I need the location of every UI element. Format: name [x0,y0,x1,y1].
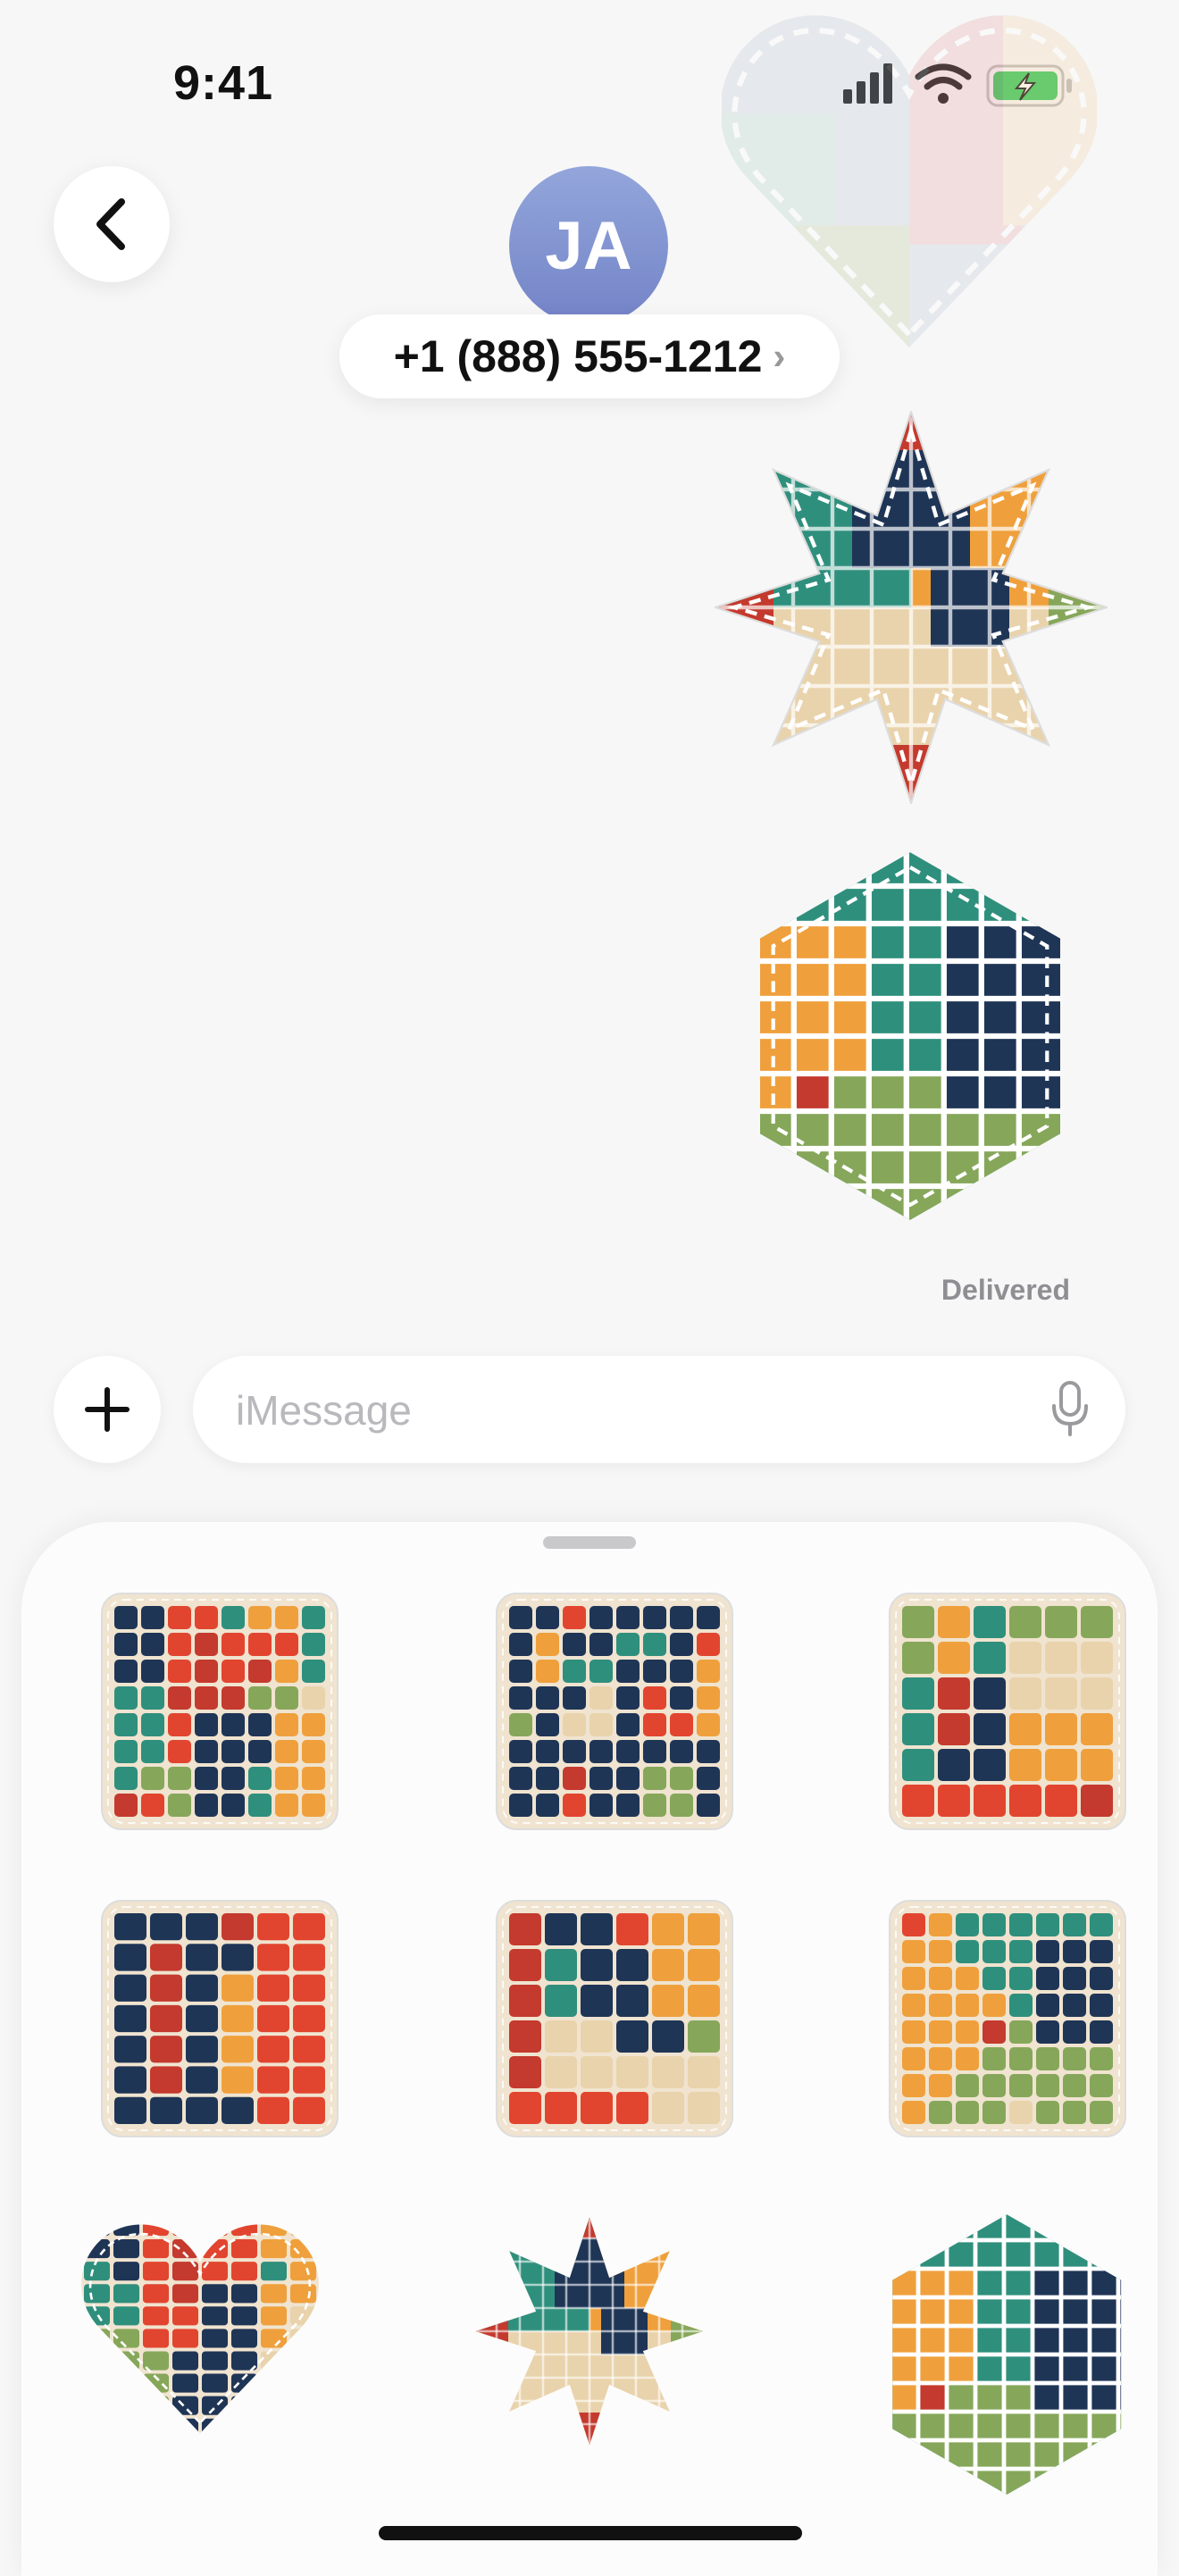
square-quilt-sticker[interactable] [496,1593,733,1830]
delivery-status: Delivered [941,1274,1070,1306]
square-quilt-sticker[interactable] [496,1900,733,2137]
square-quilt-sticker[interactable] [889,1593,1126,1830]
hexagon-quilt-sticker[interactable] [756,849,1065,1224]
plus-icon [85,1387,130,1432]
status-time: 9:41 [173,56,274,110]
square-quilt-sticker[interactable] [101,1900,339,2137]
chevron-right-icon: › [773,335,786,377]
composer-bar: iMessage [0,1340,1179,1483]
contact-name-button[interactable]: +1 (888) 555-1212 › [339,314,840,398]
microphone-icon[interactable] [1050,1381,1090,1438]
contact-avatar[interactable]: JA [509,166,668,325]
sticker-drawer [21,1522,1158,2576]
sticker-grid [81,1593,1126,2497]
add-attachment-button[interactable] [54,1356,161,1463]
back-button[interactable] [54,166,170,282]
home-indicator[interactable] [379,2526,802,2540]
message-input[interactable]: iMessage [193,1356,1125,1463]
square-quilt-sticker[interactable] [101,1593,339,1830]
hexagon-quilt-sticker[interactable] [890,2212,1124,2497]
heart-quilt-sticker[interactable] [81,2217,319,2438]
star-quilt-sticker[interactable] [473,2215,706,2447]
contact-phone: +1 (888) 555-1212 [393,331,763,381]
star-quilt-sticker[interactable] [715,411,1108,804]
square-quilt-sticker[interactable] [889,1900,1126,2137]
ghost-heart-sticker [722,15,1097,347]
message-placeholder: iMessage [236,1387,412,1434]
chevron-left-icon [96,198,125,250]
